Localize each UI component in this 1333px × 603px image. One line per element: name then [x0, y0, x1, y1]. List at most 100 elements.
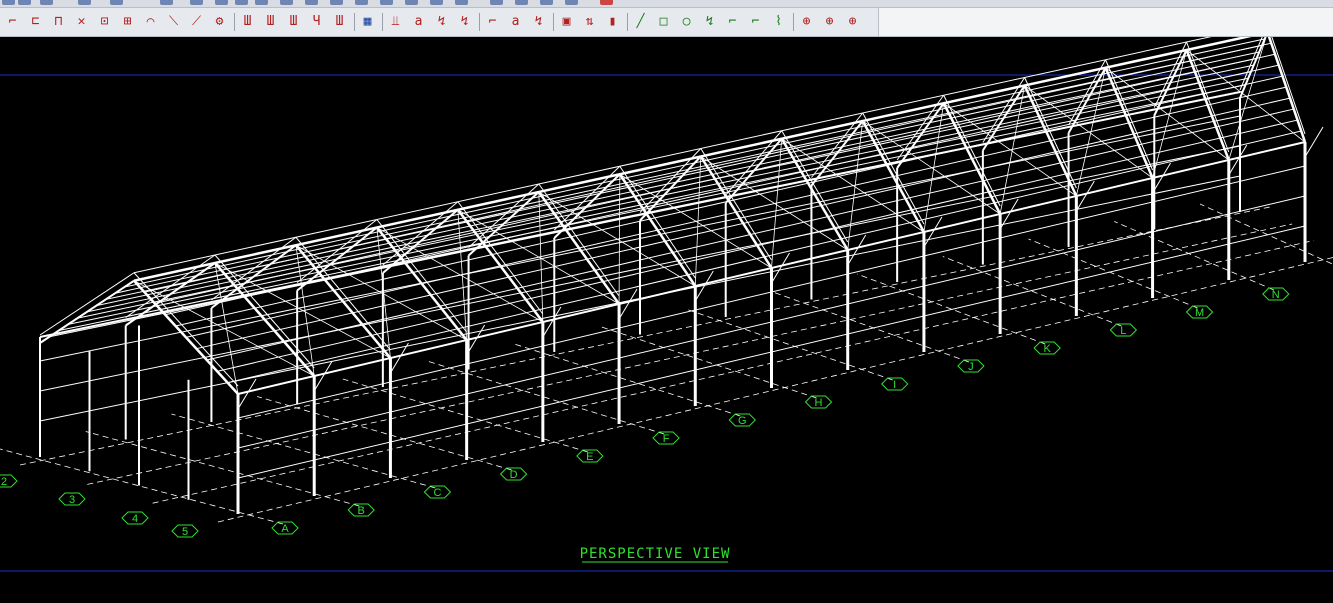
circle-icon[interactable]: ○	[677, 12, 696, 31]
ground-grid-line	[1114, 221, 1274, 291]
top-toolbar-button[interactable]	[565, 0, 578, 5]
purlin	[154, 53, 1276, 304]
purlin	[115, 44, 1263, 294]
ground-grid-line	[85, 431, 360, 507]
top-toolbar-button[interactable]	[2, 0, 15, 5]
top-toolbar-button[interactable]	[110, 0, 123, 5]
column-tool-icon[interactable]: ⊓	[49, 12, 68, 31]
grid-label-bay-k: K	[1043, 343, 1051, 355]
flag-icon[interactable]: ▮	[603, 12, 622, 31]
top-toolbar-button[interactable]	[235, 0, 248, 5]
toolbar-separator	[382, 13, 383, 31]
structure-drawing: ABCDEFGHIJKLMNO2345PERSPECTIVE VIEW	[0, 37, 1333, 572]
top-toolbar-button[interactable]	[160, 0, 173, 5]
arrow-icon[interactable]: ⇅	[580, 12, 599, 31]
dimension-icon[interactable]: ▣	[557, 12, 576, 31]
rafter-flange	[1186, 41, 1230, 153]
beam-tool-icon[interactable]: ⊏	[26, 12, 45, 31]
top-toolbar-button[interactable]	[40, 0, 53, 5]
diagonal-icon[interactable]: ⟍	[164, 12, 183, 31]
top-toolbar	[0, 0, 1333, 8]
purlin	[124, 38, 1265, 288]
top-toolbar-button[interactable]	[455, 0, 468, 5]
truss-c-icon[interactable]: Ш	[284, 12, 303, 31]
top-toolbar-button[interactable]	[215, 0, 228, 5]
polyline-icon[interactable]: ⌐	[723, 12, 742, 31]
truss-e-icon[interactable]: Ш	[330, 12, 349, 31]
line-tool-icon[interactable]: ⌐	[3, 12, 22, 31]
toolbar-separator	[793, 13, 794, 31]
grid-label-bay-n: N	[1272, 289, 1280, 301]
purlin	[165, 64, 1279, 316]
zoom-extents-icon[interactable]: ⊕	[820, 12, 839, 31]
section-d-icon[interactable]: ↯	[455, 12, 474, 31]
top-toolbar-button[interactable]	[280, 0, 293, 5]
top-toolbar-button[interactable]	[405, 0, 418, 5]
top-toolbar-button[interactable]	[255, 0, 268, 5]
toolbar-separator	[479, 13, 480, 31]
ground-grid-line	[1028, 238, 1198, 309]
top-toolbar-button[interactable]	[515, 0, 528, 5]
grid-label-bay-j: J	[968, 361, 974, 373]
grid-label-bay-d: D	[510, 469, 518, 481]
window-icon[interactable]: ⊡	[95, 12, 114, 31]
spline-icon[interactable]: ↯	[700, 12, 719, 31]
top-toolbar-button[interactable]	[490, 0, 503, 5]
arc-icon[interactable]: ⌒	[141, 12, 160, 31]
purlin	[185, 86, 1287, 338]
girt	[237, 195, 1306, 449]
grid-label-bay-b: B	[358, 505, 365, 517]
top-toolbar-button[interactable]	[540, 0, 553, 5]
toolbar-empty-area	[879, 8, 1333, 37]
rectangle-icon[interactable]: □	[654, 12, 673, 31]
grid-label-bay-m: M	[1195, 307, 1204, 319]
section-a-icon[interactable]: ⫫	[386, 12, 405, 31]
grid-label-bay-i: I	[893, 379, 896, 391]
truss-a-icon[interactable]: Ш	[238, 12, 257, 31]
drawing-toolbar: ⌐ ⊏ ⊓ ✕ ⊡ ⊞ ⌒ ⟍ ⟋ ⚙ Ш Ш Ш Ч Ш ▦ ⫫ a ↯ ↯ ⌐ a ↯ ▣ ⇅ ▮ ╱ □ ○ ↯ ⌐ ⌐ ⌇ ⊕ ⊕ ⊕	[0, 8, 879, 37]
toolbar-separator	[627, 13, 628, 31]
truss-b-icon[interactable]: Ш	[261, 12, 280, 31]
toolbar-separator	[234, 13, 235, 31]
zoom-realtime-icon[interactable]: ⊕	[843, 12, 862, 31]
section-c-icon[interactable]: ↯	[432, 12, 451, 31]
top-toolbar-button[interactable]	[305, 0, 318, 5]
gear-node-icon[interactable]: ⚙	[210, 12, 229, 31]
ground-grid-line	[857, 273, 1046, 345]
roof-brace	[923, 103, 945, 233]
grid-label-row-3: 3	[69, 494, 75, 506]
top-toolbar-button[interactable]	[380, 0, 393, 5]
top-toolbar-button[interactable]	[18, 0, 31, 5]
rafter-flange	[619, 165, 696, 279]
grid-label-bay-l: L	[1120, 325, 1126, 337]
top-toolbar-button[interactable]	[355, 0, 368, 5]
select-group-icon[interactable]: ▦	[358, 12, 377, 31]
toolbar-separator	[553, 13, 554, 31]
purlin	[68, 77, 1249, 325]
rafter-flange	[39, 272, 135, 336]
top-toolbar-button[interactable]	[600, 0, 613, 5]
weld-b-icon[interactable]: a	[506, 12, 525, 31]
frame-icon[interactable]: ⊞	[118, 12, 137, 31]
view-title: PERSPECTIVE VIEW	[580, 546, 731, 562]
zoom-window-icon[interactable]: ⊕	[797, 12, 816, 31]
grid-label-row-5: 5	[182, 526, 188, 538]
ground-grid-line	[87, 223, 1293, 485]
section-b-icon[interactable]: a	[409, 12, 428, 31]
brace-icon[interactable]: ⟋	[187, 12, 206, 31]
top-toolbar-button[interactable]	[430, 0, 443, 5]
cad-viewport[interactable]: ABCDEFGHIJKLMNO2345PERSPECTIVE VIEW	[0, 37, 1333, 603]
top-toolbar-button[interactable]	[330, 0, 343, 5]
move-icon[interactable]: ✕	[72, 12, 91, 31]
curve-icon[interactable]: ⌇	[769, 12, 788, 31]
top-toolbar-button[interactable]	[78, 0, 91, 5]
weld-c-icon[interactable]: ↯	[529, 12, 548, 31]
top-toolbar-button[interactable]	[190, 0, 203, 5]
polygon-icon[interactable]: ⌐	[746, 12, 765, 31]
grid-label-bay-e: E	[586, 451, 593, 463]
truss-d-icon[interactable]: Ч	[307, 12, 326, 31]
ground-grid-line	[428, 361, 665, 435]
ground-grid-line	[771, 291, 970, 363]
weld-a-icon[interactable]: ⌐	[483, 12, 502, 31]
line-icon[interactable]: ╱	[631, 12, 650, 31]
